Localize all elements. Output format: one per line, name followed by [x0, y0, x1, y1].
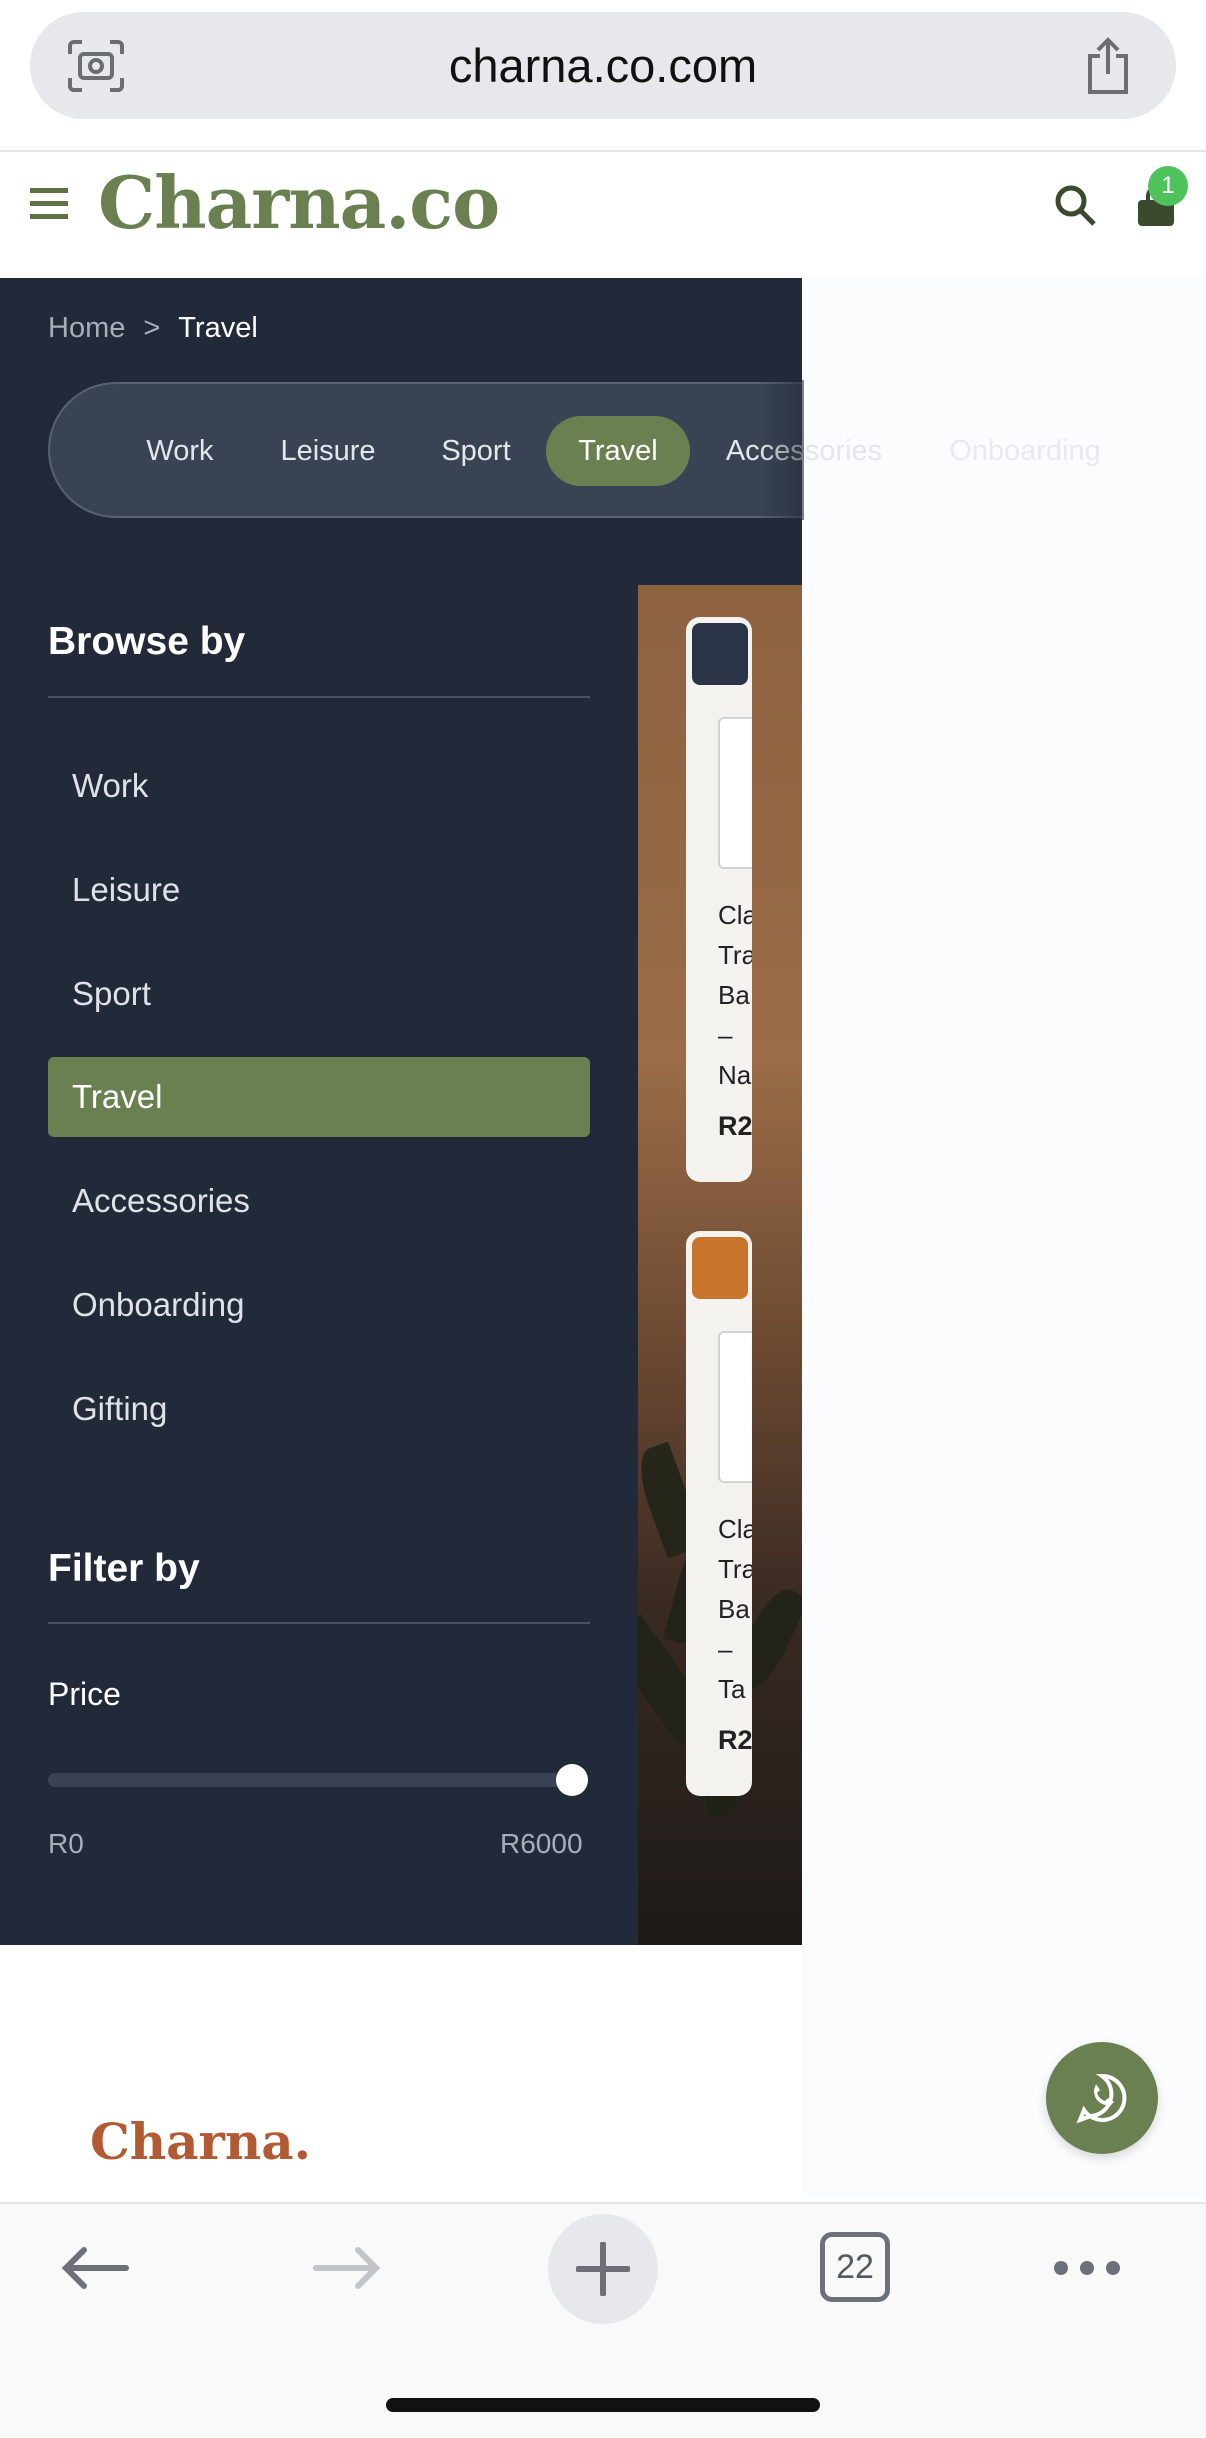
share-icon[interactable]: [1080, 36, 1136, 96]
price-max-label: R6000: [500, 1828, 583, 1859]
browse-item-accessories[interactable]: Accessories: [48, 1161, 590, 1241]
backpack-thumbnail: [692, 623, 748, 685]
browse-item-gifting[interactable]: Gifting: [48, 1369, 590, 1449]
new-tab-button[interactable]: [548, 2214, 658, 2324]
tab-accessories[interactable]: Accessories: [716, 416, 892, 486]
tab-travel[interactable]: Travel: [546, 416, 690, 486]
home-indicator: [386, 2398, 820, 2412]
browse-item-sport[interactable]: Sport: [48, 954, 590, 1034]
product-image-frame: [718, 717, 752, 869]
product-image-frame: [718, 1331, 752, 1483]
browse-item-travel[interactable]: Travel: [48, 1057, 590, 1137]
browse-by-title: Browse by: [48, 620, 246, 663]
whatsapp-icon: [1076, 2073, 1127, 2124]
toolbar-divider: [0, 150, 1206, 152]
breadcrumb-current: Travel: [178, 312, 258, 344]
tab-work[interactable]: Work: [130, 416, 230, 486]
price-label: Price: [48, 1676, 121, 1712]
browse-item-work[interactable]: Work: [48, 746, 590, 826]
product-name: Cla Tra Ba – Ta: [718, 1514, 752, 1704]
price-min-label: R0: [48, 1828, 84, 1859]
price-slider-thumb[interactable]: [556, 1764, 588, 1796]
back-arrow-icon[interactable]: [58, 2244, 130, 2292]
price-slider-track[interactable]: [48, 1773, 582, 1787]
cart-count-badge: 1: [1148, 166, 1188, 206]
url-text[interactable]: charna.co.com: [30, 12, 1176, 119]
filter-divider: [48, 1622, 590, 1624]
product-card[interactable]: Cla Tra Ba – Ta R2: [686, 1231, 752, 1796]
browse-item-onboarding[interactable]: Onboarding: [48, 1265, 590, 1345]
forward-arrow-icon[interactable]: [312, 2244, 384, 2292]
breadcrumb-separator: >: [143, 312, 161, 344]
search-icon[interactable]: [1054, 184, 1096, 226]
product-card[interactable]: Cla Tra Ba – Na R2: [686, 617, 752, 1182]
breadcrumb-home[interactable]: Home: [48, 312, 125, 344]
footer-logo[interactable]: Charna.: [90, 2112, 311, 2171]
backpack-thumbnail: [692, 1237, 748, 1299]
product-name: Cla Tra Ba – Na: [718, 900, 752, 1090]
whatsapp-button[interactable]: [1046, 2042, 1158, 2154]
site-logo[interactable]: Charna.co: [98, 160, 500, 245]
browse-item-leisure[interactable]: Leisure: [48, 850, 590, 930]
tab-leisure[interactable]: Leisure: [268, 416, 388, 486]
product-price: R2: [718, 1111, 752, 1141]
product-price: R2: [718, 1725, 752, 1755]
tabs-icon[interactable]: 22: [820, 2232, 890, 2302]
tab-onboarding[interactable]: Onboarding: [940, 416, 1110, 486]
main-content-empty: [802, 278, 1206, 2198]
plus-icon: [576, 2242, 630, 2296]
address-bar[interactable]: charna.co.com: [30, 12, 1176, 119]
filter-by-title: Filter by: [48, 1547, 200, 1590]
browse-divider: [48, 696, 590, 698]
more-icon[interactable]: [1052, 2258, 1122, 2278]
hamburger-menu-icon[interactable]: [30, 188, 68, 220]
tab-bar-fade: [760, 380, 804, 520]
tab-sport[interactable]: Sport: [426, 416, 526, 486]
breadcrumb: Home > Travel: [48, 312, 258, 345]
